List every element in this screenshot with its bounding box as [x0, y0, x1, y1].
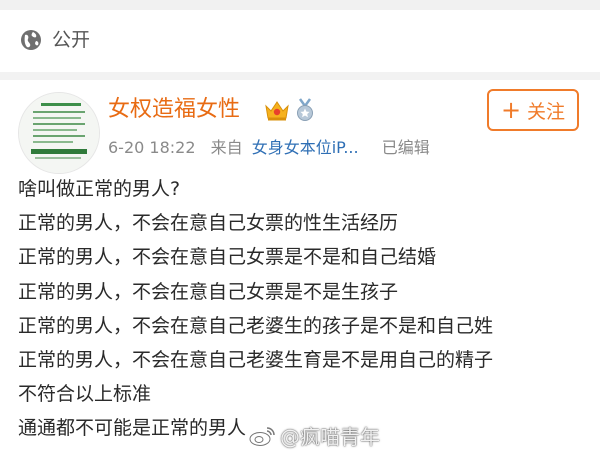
post-line: 正常的男人，不会在意自己老婆生育是不是用自己的精子 [18, 349, 494, 372]
follow-button-label: 关注 [527, 100, 566, 123]
weibo-logo-icon [249, 426, 275, 446]
post-timestamp: 6-20 18:22 [108, 138, 196, 157]
plus-icon: + [500, 96, 522, 124]
section-divider [0, 72, 600, 80]
source-link[interactable]: 女身女本位iP... [252, 138, 359, 157]
avatar[interactable] [18, 92, 100, 174]
post-line: 不符合以上标准 [18, 383, 152, 406]
follow-button[interactable]: + 关注 [487, 89, 579, 131]
post-meta: 6-20 18:22 来自 女身女本位iP... 已编辑 [108, 137, 440, 159]
top-strip [0, 0, 600, 10]
medal-icon[interactable] [294, 98, 316, 122]
post-line: 正常的男人，不会在意自己老婆生的孩子是不是和自己姓 [18, 314, 494, 337]
post-line: 正常的男人，不会在意自己女票是不是和自己结婚 [18, 246, 437, 269]
vip-crown-icon[interactable] [264, 98, 290, 122]
edited-label[interactable]: 已编辑 [382, 138, 430, 157]
watermark-text: @疯喵青年 [280, 425, 380, 449]
avatar-image [19, 93, 99, 173]
post-line: 啥叫做正常的男人? [18, 178, 181, 200]
post-body: 啥叫做正常的男人? 正常的男人，不会在意自己女票的性生活经历 正常的男人，不会在… [18, 172, 588, 446]
watermark: @疯喵青年 [248, 421, 380, 450]
post-line: 正常的男人，不会在意自己女票的性生活经历 [18, 212, 399, 235]
globe-icon [21, 30, 41, 50]
visibility-label: 公开 [52, 29, 91, 51]
post-line: 正常的男人，不会在意自己女票是不是生孩子 [18, 280, 399, 303]
author-name[interactable]: 女权造福女性 [108, 95, 240, 125]
source-prefix: 来自 [210, 138, 243, 157]
